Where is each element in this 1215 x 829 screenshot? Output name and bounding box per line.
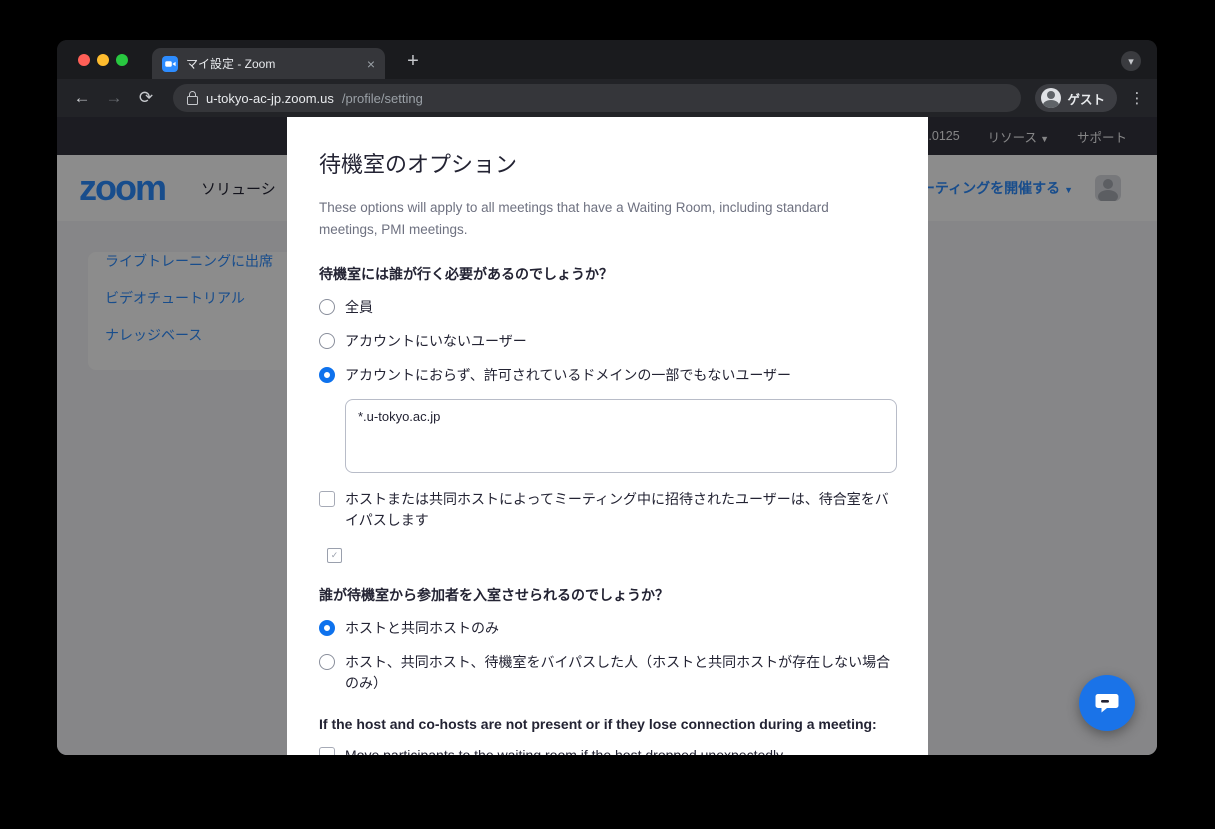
radio-option-not-in-allowed-domains[interactable]: アカウントにおらず、許可されているドメインの一部でもないユーザー (319, 365, 896, 386)
reload-icon[interactable]: ⟳ (133, 85, 159, 111)
window-controls (78, 54, 128, 66)
browser-window: マイ設定 - Zoom × + ▾ ← → ⟳ u-tokyo-ac-jp.zo… (57, 40, 1157, 755)
browser-profile-icon[interactable]: ▾ (1121, 51, 1141, 71)
waiting-room-options-dialog: 待機室のオプション These options will apply to al… (287, 117, 928, 755)
allowed-domains-input[interactable]: *.u-tokyo.ac.jp (345, 399, 897, 473)
radio-icon (319, 299, 335, 315)
radio-option-everyone[interactable]: 全員 (319, 297, 896, 318)
new-tab-button[interactable]: + (401, 50, 425, 73)
sub-checkbox-icon[interactable] (327, 548, 342, 563)
zoom-favicon-icon (162, 56, 178, 72)
question-who-admits: 誰が待機室から参加者を入室させられるのでしょうか？ (319, 585, 896, 605)
page-viewport: 88.799.0125 リソース▼ サポート zoom ソリューシ ミーティング… (57, 117, 1157, 755)
question-who-goes: 待機室には誰が行く必要があるのでしょうか？ (319, 264, 896, 284)
dialog-title: 待機室のオプション (319, 147, 896, 179)
radio-option-host-cohost-only[interactable]: ホストと共同ホストのみ (319, 618, 896, 639)
checkbox-icon (319, 747, 335, 755)
radio-icon (319, 654, 335, 670)
guest-avatar-icon (1041, 88, 1061, 108)
move-to-waiting-room-checkbox[interactable]: Move participants to the waiting room if… (319, 745, 896, 755)
back-icon[interactable]: ← (69, 85, 95, 111)
guest-label: ゲスト (1067, 89, 1105, 108)
url-path: /profile/setting (342, 91, 423, 106)
checkbox-label: ホストまたは共同ホストによってミーティング中に招待されたユーザーは、待合室をバイ… (345, 489, 896, 531)
radio-icon (319, 620, 335, 636)
browser-tab[interactable]: マイ設定 - Zoom × (152, 48, 385, 79)
question-host-absent: If the host and co-hosts are not present… (319, 716, 896, 732)
bypass-waiting-room-checkbox[interactable]: ホストまたは共同ホストによってミーティング中に招待されたユーザーは、待合室をバイ… (319, 489, 896, 531)
close-window-button[interactable] (78, 54, 90, 66)
tab-close-icon[interactable]: × (367, 57, 375, 71)
radio-label: ホスト、共同ホスト、待機室をバイパスした人（ホストと共同ホストが存在しない場合の… (345, 652, 896, 694)
browser-toolbar: ← → ⟳ u-tokyo-ac-jp.zoom.us/profile/sett… (57, 79, 1157, 117)
chat-bubble-icon (1094, 690, 1120, 716)
dialog-description: These options will apply to all meetings… (319, 197, 864, 242)
minimize-window-button[interactable] (97, 54, 109, 66)
browser-menu-icon[interactable]: ⋮ (1129, 96, 1145, 101)
checkbox-icon (319, 491, 335, 507)
radio-option-host-cohost-bypassers[interactable]: ホスト、共同ホスト、待機室をバイパスした人（ホストと共同ホストが存在しない場合の… (319, 652, 896, 694)
chat-widget-button[interactable] (1079, 675, 1135, 731)
radio-icon (319, 333, 335, 349)
checkbox-label: Move participants to the waiting room if… (345, 745, 783, 755)
address-bar[interactable]: u-tokyo-ac-jp.zoom.us/profile/setting (173, 84, 1021, 112)
radio-label: アカウントにいないユーザー (345, 331, 527, 352)
tab-strip: マイ設定 - Zoom × + ▾ (57, 40, 1157, 79)
lock-icon (187, 96, 198, 105)
radio-option-users-not-in-account[interactable]: アカウントにいないユーザー (319, 331, 896, 352)
url-host: u-tokyo-ac-jp.zoom.us (206, 91, 334, 106)
radio-label: アカウントにおらず、許可されているドメインの一部でもないユーザー (345, 365, 791, 386)
forward-icon[interactable]: → (101, 85, 127, 111)
radio-label: 全員 (345, 297, 373, 318)
tab-title: マイ設定 - Zoom (186, 55, 359, 72)
guest-profile-button[interactable]: ゲスト (1035, 84, 1117, 112)
radio-label: ホストと共同ホストのみ (345, 618, 499, 639)
maximize-window-button[interactable] (116, 54, 128, 66)
radio-icon (319, 367, 335, 383)
